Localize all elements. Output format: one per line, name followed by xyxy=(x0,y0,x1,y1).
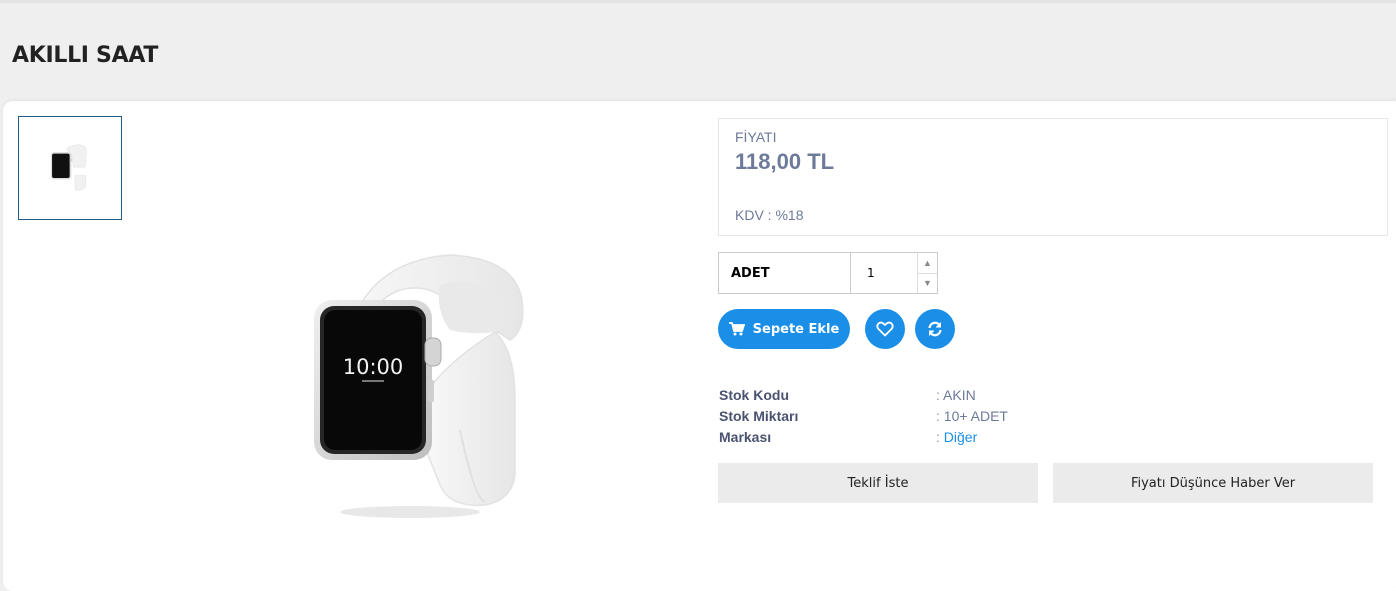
brand-link[interactable]: Diğer xyxy=(944,429,977,445)
tax-info: KDV : %18 xyxy=(735,207,804,223)
price-value: 118,00 TL xyxy=(735,149,835,174)
detail-key: Markası xyxy=(719,429,772,445)
detail-value: : AKIN xyxy=(936,387,976,403)
product-main-image[interactable]: 10:00 xyxy=(300,240,560,550)
request-offer-button[interactable]: Teklif İste xyxy=(718,463,1038,503)
chevron-up-icon[interactable]: ▲ xyxy=(918,253,937,274)
price-label: FİYATI xyxy=(735,129,777,145)
favorite-button[interactable] xyxy=(865,309,905,349)
tax-value: %18 xyxy=(775,207,804,223)
add-to-cart-button[interactable]: Sepete Ekle xyxy=(718,309,850,349)
chevron-down-icon[interactable]: ▼ xyxy=(918,274,937,294)
heart-icon xyxy=(876,321,894,337)
add-to-cart-label: Sepete Ekle xyxy=(752,321,840,337)
detail-key: Stok Kodu xyxy=(719,387,789,403)
watch-time: 10:00 xyxy=(343,355,404,379)
page-title: AKILLI SAAT xyxy=(12,43,159,68)
detail-row-stock-code: Stok Kodu : AKIN xyxy=(718,387,1118,407)
quantity-stepper: ADET ▲ ▼ xyxy=(718,252,938,294)
cart-icon xyxy=(728,322,745,336)
detail-key: Stok Miktarı xyxy=(719,408,799,424)
price-drop-notify-button[interactable]: Fiyatı Düşünce Haber Ver xyxy=(1053,463,1373,503)
smartwatch-image-icon: 10:00 xyxy=(314,254,524,518)
quantity-input[interactable] xyxy=(851,253,917,293)
detail-row-brand: Markası : Diğer xyxy=(718,429,1118,449)
quantity-label: ADET xyxy=(719,253,851,293)
smartwatch-thumbnail-icon xyxy=(51,144,87,191)
quantity-spinner: ▲ ▼ xyxy=(917,253,937,293)
detail-value: : 10+ ADET xyxy=(936,408,1008,424)
product-thumbnail[interactable] xyxy=(18,116,122,220)
detail-value: : Diğer xyxy=(936,429,978,445)
price-panel: FİYATI 118,00 TL KDV : %18 xyxy=(718,118,1388,236)
compare-button[interactable] xyxy=(915,309,955,349)
top-border xyxy=(0,0,1396,3)
refresh-icon xyxy=(928,321,942,337)
tax-label: KDV : xyxy=(735,207,772,223)
detail-row-stock-amount: Stok Miktarı : 10+ ADET xyxy=(718,408,1118,428)
